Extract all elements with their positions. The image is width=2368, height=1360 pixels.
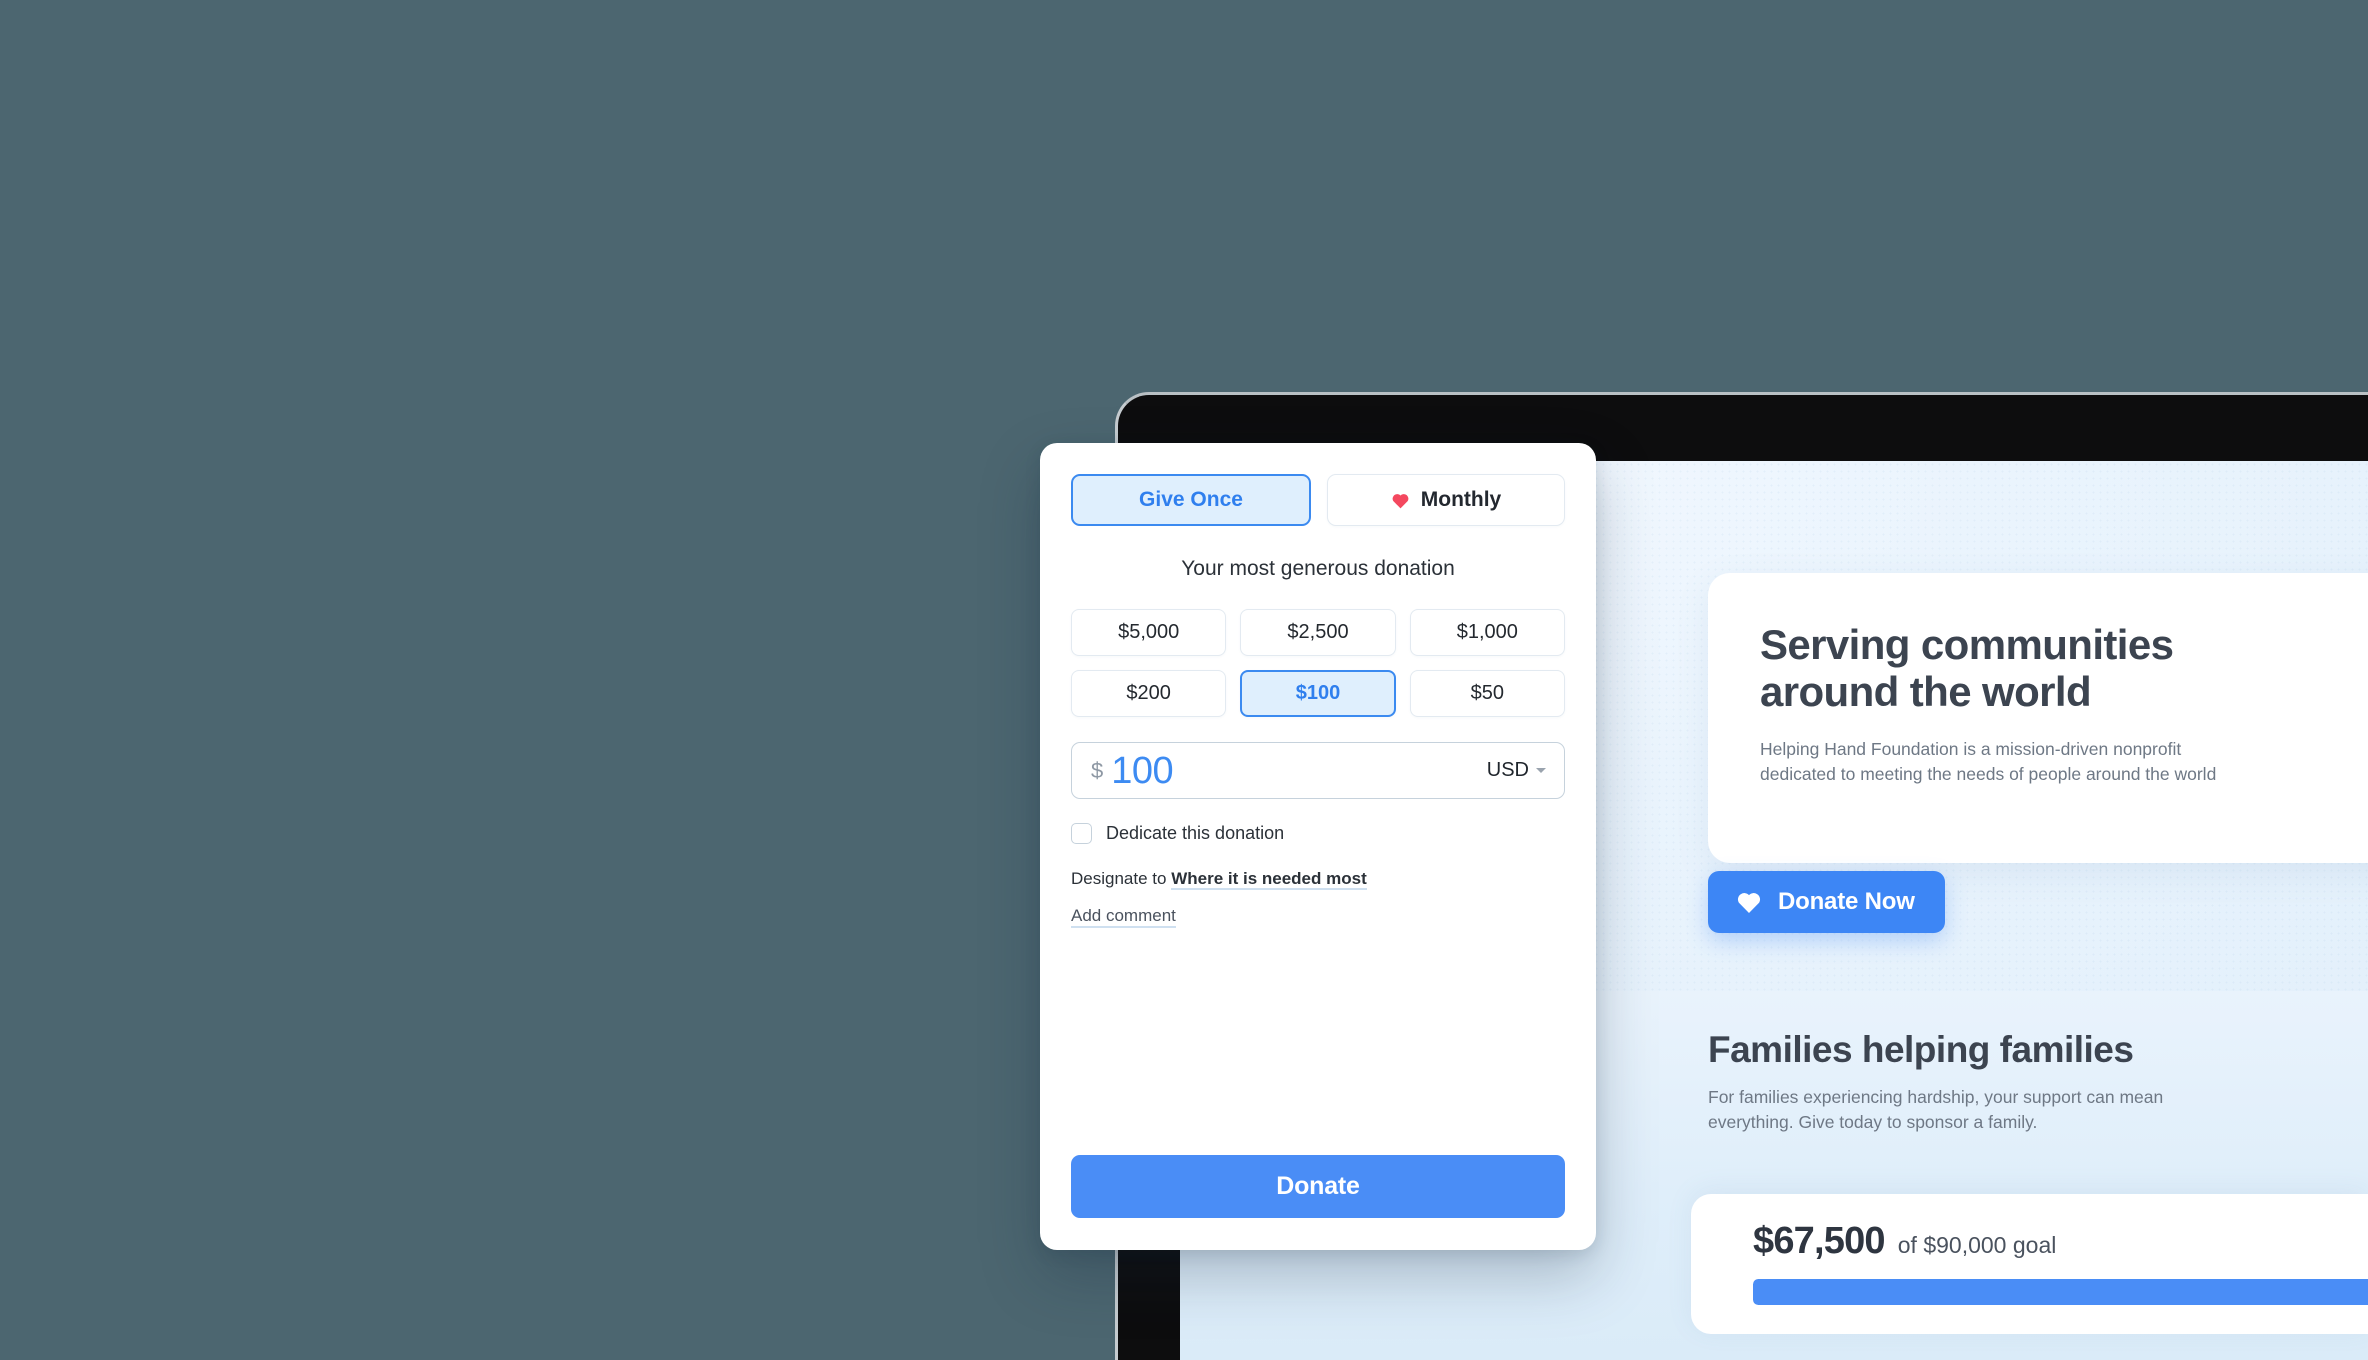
hero-title: Serving communities around the world [1760,621,2174,716]
amount-option[interactable]: $1,000 [1409,609,1565,656]
donate-now-button[interactable]: Donate Now [1708,871,1945,933]
heart-icon [1392,493,1409,508]
currency-code: USD [1486,759,1529,781]
heart-icon [1737,893,1761,914]
goal-stats-card: $67,500 of $90,000 goal 75% [1691,1194,2368,1334]
amount-preset-grid: $5,000 $2,500 $1,000 $200 $100 $50 [1071,609,1565,717]
amount-option[interactable]: $200 [1071,670,1227,717]
add-comment-link[interactable]: Add comment [1071,906,1176,928]
amount-input-row[interactable]: $ 100 USD [1071,742,1565,799]
tab-monthly[interactable]: Monthly [1327,474,1565,526]
goal-raised-amount: $67,500 [1753,1220,1886,1262]
designate-target-link[interactable]: Where it is needed most [1171,869,1367,890]
donation-form-card: Give Once Monthly Your most generous don… [1040,443,1596,1250]
families-subtitle: For families experiencing hardship, your… [1708,1087,2164,1132]
donate-submit-button[interactable]: Donate [1071,1155,1565,1218]
donation-frequency-tabs: Give Once Monthly [1071,474,1565,526]
goal-target-text: of $90,000 goal [1897,1232,2057,1258]
form-heading: Your most generous donation [1181,557,1455,580]
chevron-down-icon [1536,768,1546,773]
dedicate-row: Dedicate this donation [1071,823,1565,844]
families-title: Families helping families [1708,1029,2134,1070]
donate-now-label: Donate Now [1778,888,1915,915]
amount-option[interactable]: $2,500 [1240,609,1396,656]
tab-give-once-label: Give Once [1139,488,1243,511]
currency-symbol: $ [1091,757,1104,783]
amount-option-selected[interactable]: $100 [1240,670,1396,717]
currency-select[interactable]: USD [1487,759,1546,782]
amount-option[interactable]: $5,000 [1071,609,1227,656]
hero-subtitle: Helping Hand Foundation is a mission-dri… [1760,739,2217,784]
hero-card: Serving communities around the world Hel… [1708,573,2368,863]
goal-progress-fill: 75% [1753,1279,2368,1305]
tab-give-once[interactable]: Give Once [1071,474,1311,526]
designate-row: Designate to Where it is needed most [1071,869,1565,890]
designate-prefix: Designate to [1071,869,1167,888]
amount-input[interactable]: 100 [1111,752,1487,790]
tab-monthly-label: Monthly [1420,488,1502,511]
dedicate-checkbox[interactable] [1071,823,1092,844]
amount-option[interactable]: $50 [1409,670,1565,717]
goal-line: $67,500 of $90,000 goal [1753,1220,2368,1263]
goal-progress-bar: 75% [1753,1279,2368,1305]
dedicate-label[interactable]: Dedicate this donation [1106,823,1284,844]
